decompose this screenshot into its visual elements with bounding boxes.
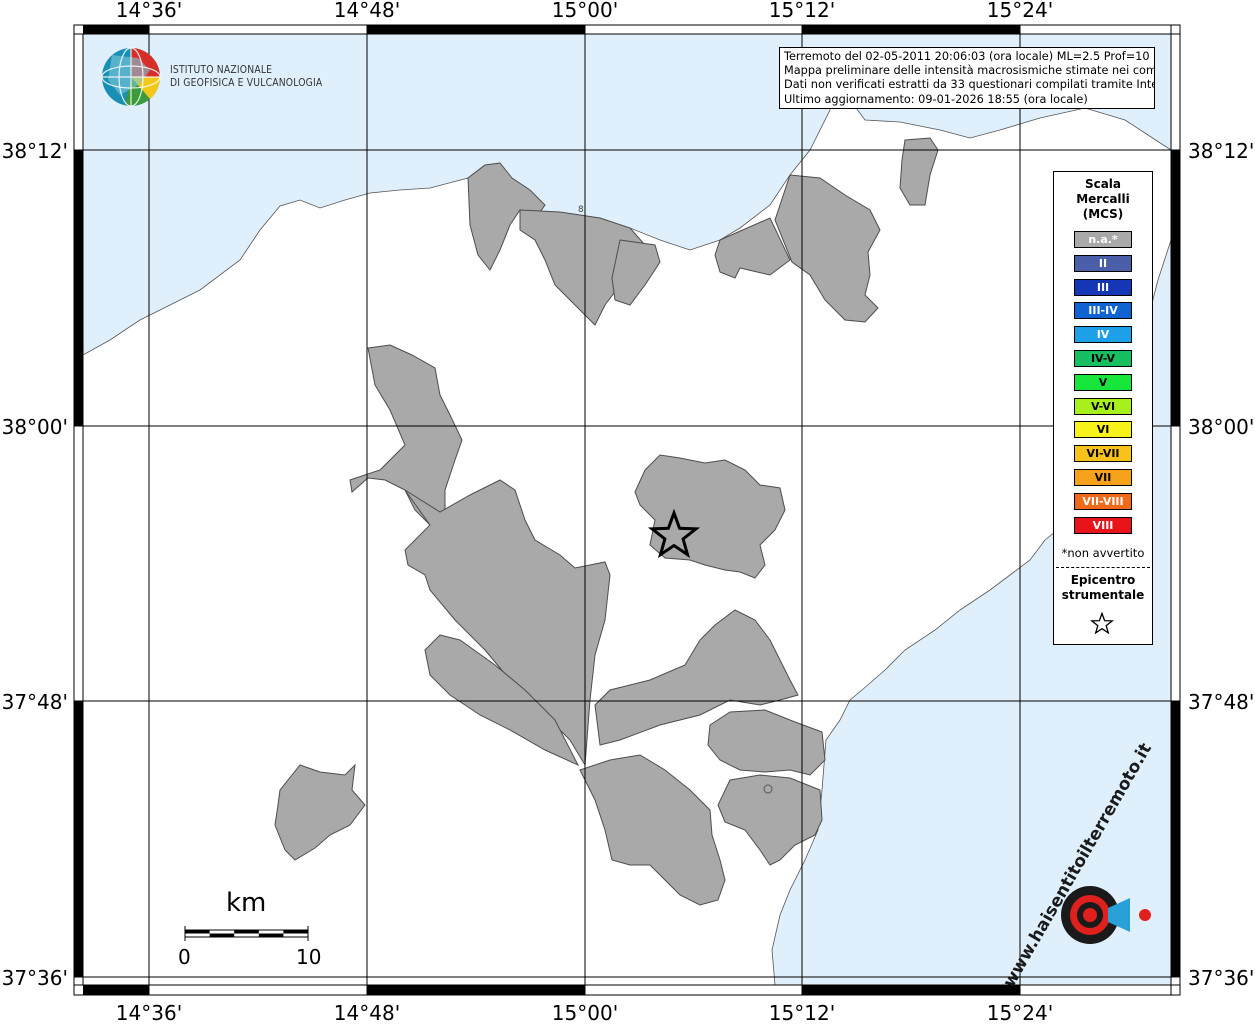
right-lat-label-2: 38°00': [1188, 415, 1254, 439]
ingv-logo-text: ISTITUTO NAZIONALE DI GEOFISICA E VULCAN…: [170, 64, 322, 90]
right-lat-label-1: 38°12': [1188, 139, 1254, 163]
legend-epicentre-line-2: strumentale: [1061, 588, 1145, 602]
bottom-lon-label-5: 15°24': [987, 1001, 1053, 1024]
earthquake-info-box: Terremoto del 02-05-2011 20:06:03 (ora l…: [779, 47, 1155, 109]
top-lon-label-1: 14°36': [116, 0, 182, 22]
legend-swatch-8: VI: [1074, 421, 1132, 439]
legend-note: *non avvertito: [1061, 546, 1145, 560]
ingv-globe-icon: [101, 47, 161, 107]
legend-epicentre-line-1: Epicentro: [1070, 573, 1136, 587]
bottom-lon-label-1: 14°36': [116, 1001, 182, 1024]
legend-swatch-1: II: [1074, 254, 1132, 272]
bottom-lon-label-4: 15°12': [769, 1001, 835, 1024]
town-marker: 8: [578, 205, 584, 215]
mcs-legend: Scala Mercalli (MCS) n.a.* II III III-IV IV I…: [1053, 171, 1153, 645]
legend-swatch-11: VII-VIII: [1074, 492, 1132, 510]
legend-swatch-3: III-IV: [1074, 302, 1132, 320]
legend-swatch-4: IV: [1074, 326, 1132, 344]
bottom-lon-label-2: 14°48': [334, 1001, 400, 1024]
top-lon-label-4: 15°12': [769, 0, 835, 22]
scalebar-start: 0: [178, 945, 191, 969]
left-lat-label-4: 37°36': [2, 966, 68, 990]
legend-swatch-12: VIII: [1074, 516, 1132, 534]
legend-title-line-1: Scala: [1084, 177, 1122, 191]
ingv-line-2: DI GEOFISICA E VULCANOLOGIA: [170, 77, 323, 89]
legend-swatch-9: VI-VII: [1074, 445, 1132, 463]
info-line-3: Dati non verificati estratti da 33 quest…: [784, 78, 1155, 92]
top-lon-label-5: 15°24': [987, 0, 1053, 22]
info-line-4: Ultimo aggiornamento: 09-01-2026 18:55 (…: [784, 92, 1088, 106]
legend-swatch-10: VII: [1074, 469, 1132, 486]
legend-title-line-2: Mercalli: [1076, 192, 1130, 206]
legend-swatch-0: n.a.*: [1074, 231, 1132, 248]
bottom-lon-label-3: 15°00': [552, 1001, 618, 1024]
scalebar-unit: km: [226, 888, 267, 918]
top-lon-label-2: 14°48': [334, 0, 400, 22]
ingv-line-1: ISTITUTO NAZIONALE: [170, 64, 273, 76]
left-lat-label-1: 38°12': [2, 139, 68, 163]
legend-title-line-3: (MCS): [1082, 207, 1124, 221]
left-lat-label-3: 37°48': [2, 690, 68, 714]
legend-swatch-6: V: [1074, 373, 1132, 391]
legend-epicentre: Epicentro strumentale: [1054, 573, 1152, 603]
info-line-2: Mappa preliminare delle intensità macros…: [784, 64, 1155, 78]
info-line-1: Terremoto del 02-05-2011 20:06:03 (ora l…: [784, 50, 1155, 63]
legend-star-icon: [1090, 612, 1114, 634]
legend-separator: [1056, 567, 1150, 568]
legend-title: Scala Mercalli (MCS): [1054, 177, 1152, 222]
legend-swatch-2: III: [1074, 278, 1132, 296]
scalebar-end: 10: [296, 945, 322, 969]
left-lat-label-2: 38°00': [2, 415, 68, 439]
top-lon-label-3: 15°00': [552, 0, 618, 22]
legend-swatch-5: IV-V: [1074, 350, 1132, 367]
right-lat-label-3: 37°48': [1188, 690, 1254, 714]
right-lat-label-4: 37°36': [1188, 966, 1254, 990]
legend-swatch-7: V-VI: [1074, 397, 1132, 415]
